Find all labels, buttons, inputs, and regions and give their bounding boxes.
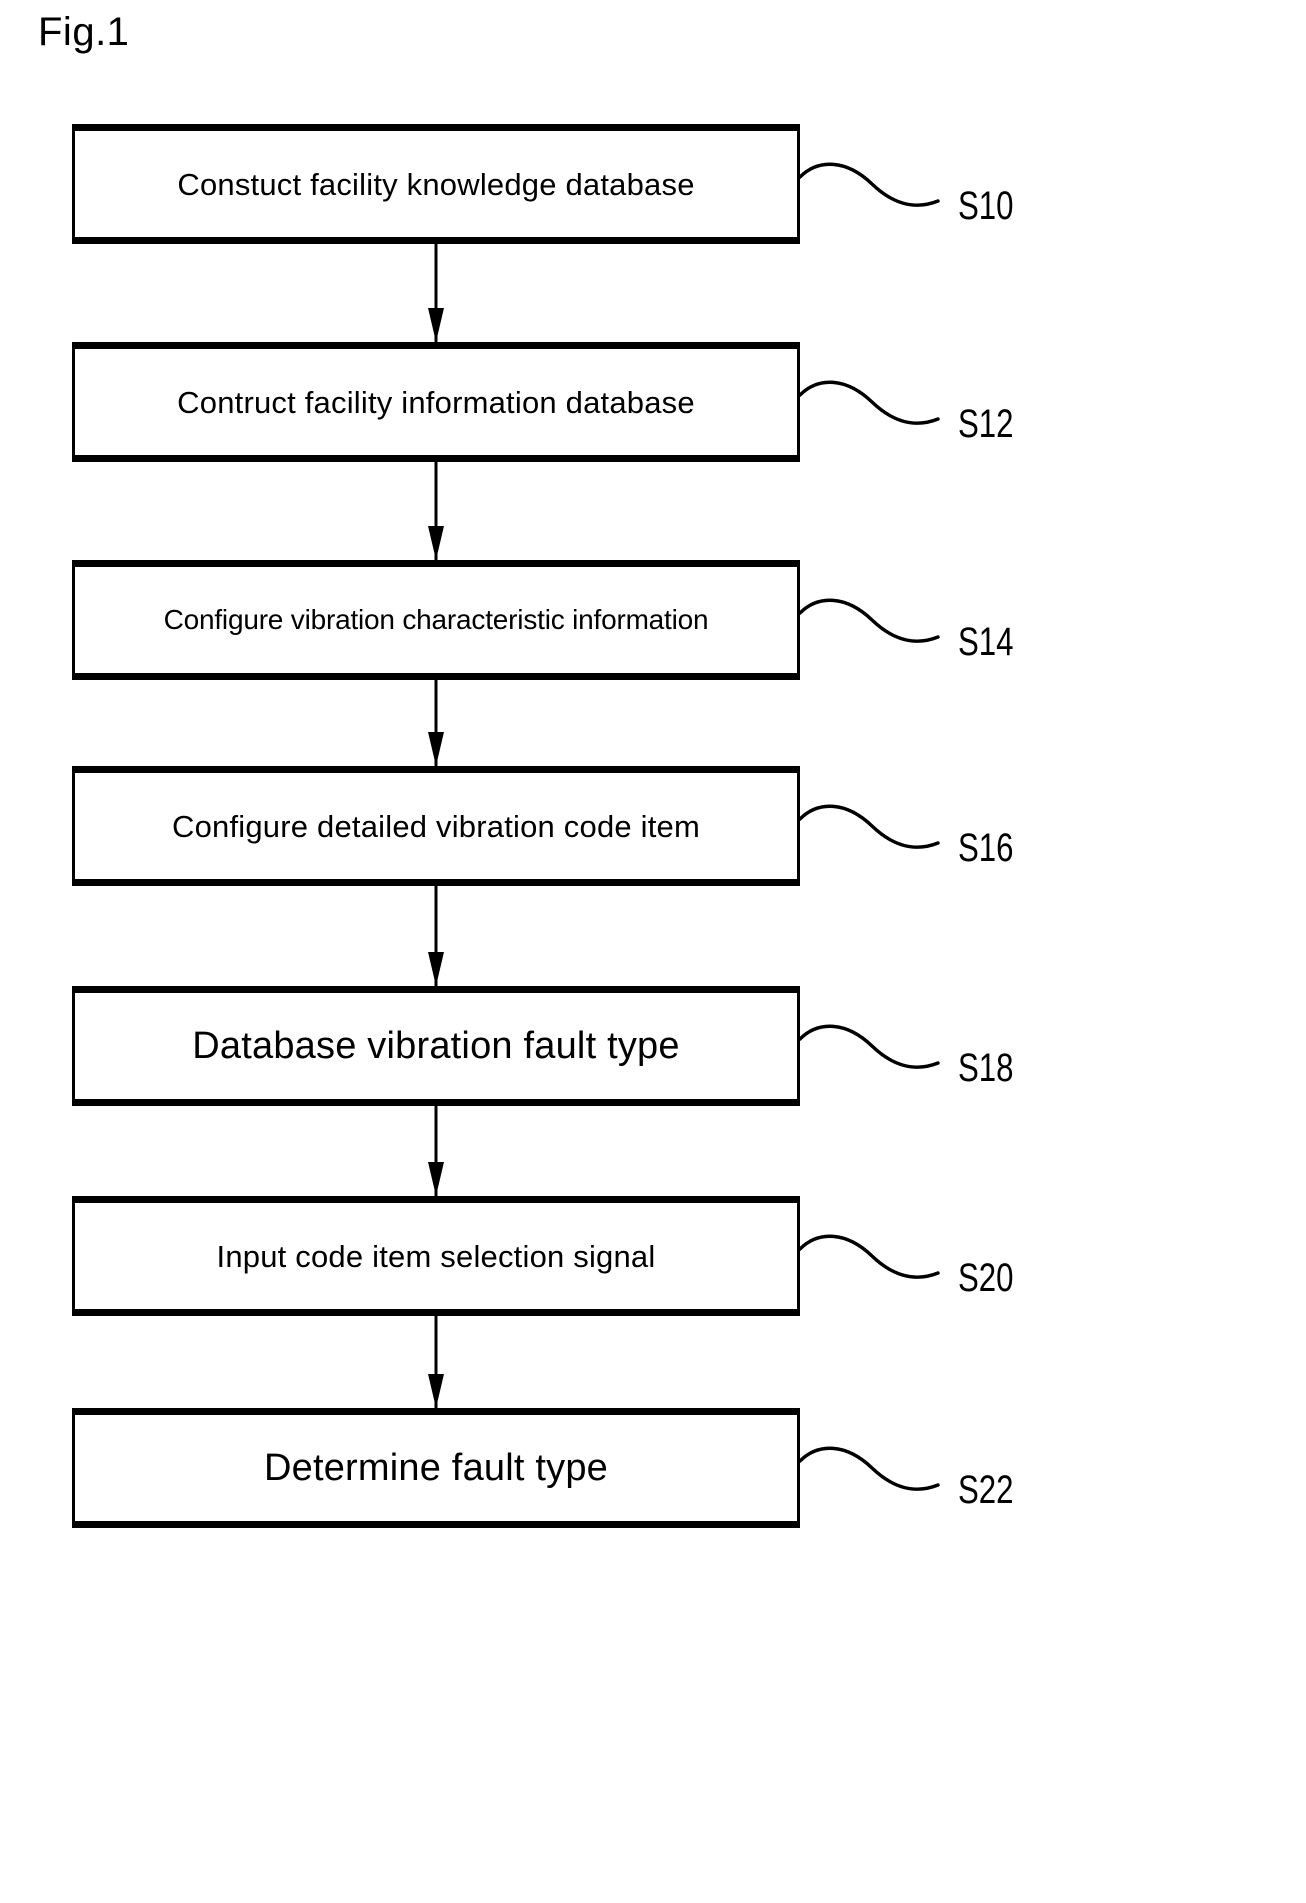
process-box-s14[interactable]: Configure vibration characteristic infor…	[72, 560, 800, 680]
flow-step-s20[interactable]: Input code item selection signal	[72, 1196, 800, 1316]
connector-arrow-s12	[428, 462, 444, 560]
process-box-s10[interactable]: Constuct facility knowledge database	[72, 124, 800, 244]
process-box-s20[interactable]: Input code item selection signal	[72, 1196, 800, 1316]
step-number-s16: S16	[958, 826, 1014, 870]
step-number-s20: S20	[958, 1256, 1014, 1300]
step-number-s14: S14	[958, 620, 1014, 664]
process-box-s16[interactable]: Configure detailed vibration code item	[72, 766, 800, 886]
process-box-label: Input code item selection signal	[216, 1238, 656, 1274]
process-box-s12[interactable]: Contruct facility information database	[72, 342, 800, 462]
flow-step-s16[interactable]: Configure detailed vibration code item	[72, 766, 800, 886]
flow-step-s18[interactable]: Database vibration fault type	[72, 986, 800, 1106]
step-number-s22: S22	[958, 1468, 1014, 1512]
connector-arrow-s16	[428, 886, 444, 986]
connector-arrow-s18	[428, 1106, 444, 1196]
flow-step-s12[interactable]: Contruct facility information database	[72, 342, 800, 462]
process-box-label: Determine fault type	[263, 1447, 609, 1489]
process-box-s18[interactable]: Database vibration fault type	[72, 986, 800, 1106]
flow-step-s10[interactable]: Constuct facility knowledge database	[72, 124, 800, 244]
flow-step-s14[interactable]: Configure vibration characteristic infor…	[72, 560, 800, 680]
process-box-label: Contruct facility information database	[177, 384, 695, 420]
step-number-s12: S12	[958, 402, 1014, 446]
process-box-s22[interactable]: Determine fault type	[72, 1408, 800, 1528]
step-number-s18: S18	[958, 1046, 1014, 1090]
connector-arrow-s10	[428, 244, 444, 342]
connector-arrow-s14	[428, 680, 444, 766]
flow-step-s22[interactable]: Determine fault type	[72, 1408, 800, 1528]
process-box-label: Configure detailed vibration code item	[171, 808, 700, 844]
process-box-label: Database vibration fault type	[192, 1025, 680, 1067]
process-box-label: Constuct facility knowledge database	[177, 166, 695, 202]
process-box-label: Configure vibration characteristic infor…	[163, 604, 709, 635]
flowchart-canvas: Constuct facility knowledge database S10 C…	[0, 0, 1306, 1903]
step-number-s10: S10	[958, 184, 1014, 228]
connector-arrow-s20	[428, 1316, 444, 1408]
